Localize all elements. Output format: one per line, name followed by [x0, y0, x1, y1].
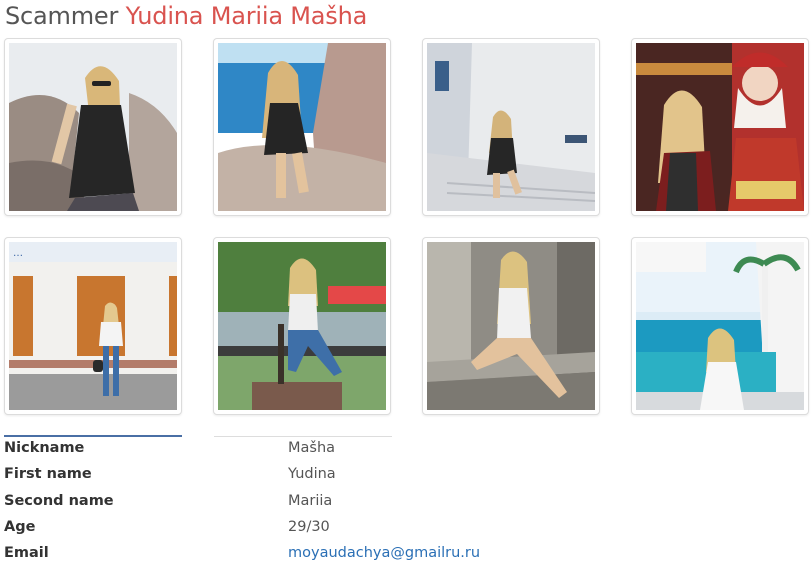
- nickname-value: Mašha: [288, 440, 336, 456]
- info-divider: [214, 436, 392, 437]
- page-title: Scammer Yudina Mariia Mašha: [5, 0, 367, 32]
- nickname-label: Nickname: [4, 440, 85, 456]
- email-link[interactable]: moyaudachya@gmailru.ru: [288, 545, 480, 561]
- first-name-value: Yudina: [288, 466, 336, 482]
- photo-6: [218, 242, 386, 410]
- age-value: 29/30: [288, 519, 330, 535]
- photo-7: [427, 242, 595, 410]
- first-name-label: First name: [4, 466, 92, 482]
- photo-1: [9, 43, 177, 211]
- photo-5: …: [9, 242, 177, 410]
- photo-3: [427, 43, 595, 211]
- scammer-profile-page: Scammer Yudina Mariia Mašha … Nickname M…: [0, 0, 812, 569]
- title-name: Yudina Mariia Mašha: [125, 2, 368, 30]
- email-label: Email: [4, 545, 49, 561]
- photo-4: [636, 43, 804, 211]
- photo-thumbnail-4[interactable]: [631, 38, 809, 216]
- title-prefix: Scammer: [5, 2, 119, 30]
- second-name-label: Second name: [4, 493, 114, 509]
- photo-thumbnail-6[interactable]: [213, 237, 391, 415]
- photo-thumbnail-7[interactable]: [422, 237, 600, 415]
- photo-thumbnail-3[interactable]: [422, 38, 600, 216]
- photo-2: [218, 43, 386, 211]
- age-label: Age: [4, 519, 36, 535]
- photo-thumbnail-8[interactable]: [631, 237, 809, 415]
- photo-thumbnail-2[interactable]: [213, 38, 391, 216]
- photo-8: [636, 242, 804, 410]
- info-divider-active: [4, 435, 182, 437]
- svg-text:…: …: [13, 248, 23, 259]
- second-name-value: Mariia: [288, 493, 333, 509]
- photo-thumbnail-5[interactable]: …: [4, 237, 182, 415]
- photo-thumbnail-1[interactable]: [4, 38, 182, 216]
